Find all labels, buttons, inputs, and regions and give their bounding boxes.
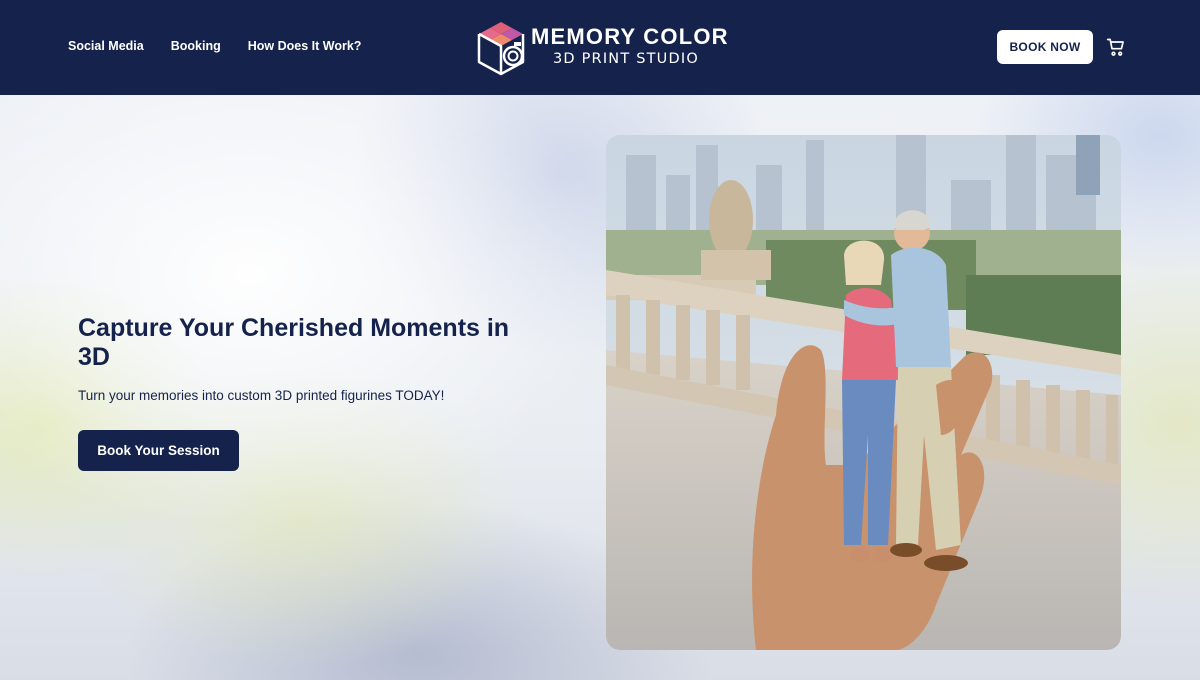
site-header: Social Media Booking How Does It Work? M… xyxy=(0,0,1200,95)
figurine-photo-illustration xyxy=(606,135,1121,650)
logo-subtitle: 3D PRINT STUDIO xyxy=(553,51,699,67)
nav-social-media[interactable]: Social Media xyxy=(68,39,144,53)
logo-title: MEMORY COLOR xyxy=(531,24,729,49)
main-nav: Social Media Booking How Does It Work? xyxy=(68,39,361,53)
hero-photo xyxy=(606,135,1121,650)
cube-camera-logo-icon xyxy=(477,22,525,76)
hero-headline: Capture Your Cherished Moments in 3D xyxy=(78,314,510,371)
cart-icon[interactable] xyxy=(1106,37,1126,57)
nav-how-it-works[interactable]: How Does It Work? xyxy=(248,39,362,53)
hero-subtext: Turn your memories into custom 3D printe… xyxy=(78,388,445,403)
book-your-session-button[interactable]: Book Your Session xyxy=(78,430,239,471)
brand-logo[interactable]: MEMORY COLOR 3D PRINT STUDIO xyxy=(474,18,729,76)
nav-booking[interactable]: Booking xyxy=(171,39,221,53)
book-now-button[interactable]: BOOK NOW xyxy=(997,30,1093,64)
